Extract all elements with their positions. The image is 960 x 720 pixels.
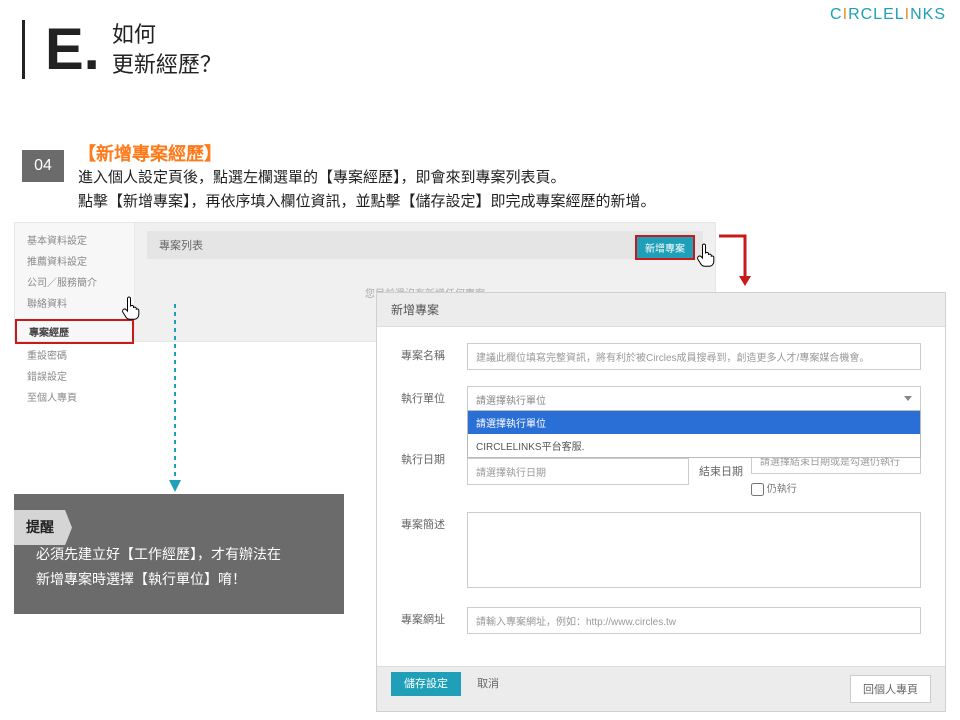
reminder-tag: 提醒 <box>14 510 72 545</box>
field-label: 專案網址 <box>401 607 467 627</box>
sidebar-item[interactable]: 至個人專頁 <box>15 386 134 407</box>
ongoing-checkbox[interactable] <box>751 483 764 496</box>
sidebar: 基本資料設定 推薦資料設定 公司／服務簡介 聯絡資料 專案經歷 重設密碼 錯誤設… <box>15 223 135 341</box>
project-desc-textarea[interactable] <box>467 512 921 588</box>
sidebar-item[interactable]: 重設密碼 <box>15 344 134 365</box>
sidebar-item[interactable]: 聯絡資料 <box>15 292 134 313</box>
field-label: 專案簡述 <box>401 512 467 532</box>
step-description: 進入個人設定頁後，點選左欄選單的【專案經歷】，即會來到專案列表頁。 點擊【新增專… <box>78 166 656 214</box>
field-label: 結束日期 <box>699 463 743 479</box>
dotted-arrow-icon <box>160 300 190 496</box>
reminder-callout: 提醒 必須先建立好【工作經歷】，才有辦法在 新增專案時選擇【執行單位】唷！ <box>14 494 344 614</box>
sidebar-item[interactable]: 推薦資料設定 <box>15 250 134 271</box>
sidebar-item[interactable]: 公司／服務簡介 <box>15 271 134 292</box>
project-name-input[interactable]: 建議此欄位填寫完整資訊，將有利於被Circles成員搜尋到，創造更多人才/專案媒… <box>467 343 921 370</box>
page-header: E. 如何 更新經歷？ <box>22 20 222 79</box>
unit-select[interactable]: 請選擇執行單位 <box>467 386 921 413</box>
ongoing-label: 仍執行 <box>767 484 797 495</box>
brand-logo: CIRCLELINKS <box>830 6 946 24</box>
sidebar-item[interactable]: 基本資料設定 <box>15 229 134 250</box>
dialog-header: 新增專案 <box>377 293 945 327</box>
select-option[interactable]: CIRCLELINKS平台客服. <box>468 434 920 457</box>
field-label: 專案名稱 <box>401 343 467 363</box>
list-header: 專案列表 新增專案 <box>147 231 703 259</box>
chevron-down-icon <box>904 396 912 401</box>
step-title: 【新增專案經歷】 <box>78 140 222 166</box>
project-url-input[interactable]: 請輸入專案網址，例如：http://www.circles.tw <box>467 607 921 634</box>
field-label: 執行單位 <box>401 386 467 406</box>
dialog-footer: 儲存設定 取消 回個人專頁 <box>377 666 945 711</box>
cancel-button[interactable]: 取消 <box>464 672 512 696</box>
field-label: 執行日期 <box>401 447 467 467</box>
start-date-input[interactable]: 請選擇執行日期 <box>467 458 689 485</box>
select-option[interactable]: 請選擇執行單位 <box>468 411 920 434</box>
add-project-dialog: 新增專案 專案名稱 建議此欄位填寫完整資訊，將有利於被Circles成員搜尋到，… <box>376 292 946 712</box>
sidebar-item[interactable]: 錯誤設定 <box>15 365 134 386</box>
page-title: 如何 更新經歷？ <box>112 20 222 79</box>
flow-arrow-icon <box>715 232 751 294</box>
section-letter: E. <box>45 21 100 79</box>
back-button[interactable]: 回個人專頁 <box>850 675 931 703</box>
sidebar-item-projects[interactable]: 專案經歷 <box>15 319 134 344</box>
save-button[interactable]: 儲存設定 <box>391 672 461 696</box>
step-number-badge: 04 <box>22 150 64 182</box>
add-project-button[interactable]: 新增專案 <box>635 235 695 260</box>
unit-select-dropdown: 請選擇執行單位 CIRCLELINKS平台客服. <box>467 410 921 458</box>
list-title: 專案列表 <box>159 240 203 252</box>
